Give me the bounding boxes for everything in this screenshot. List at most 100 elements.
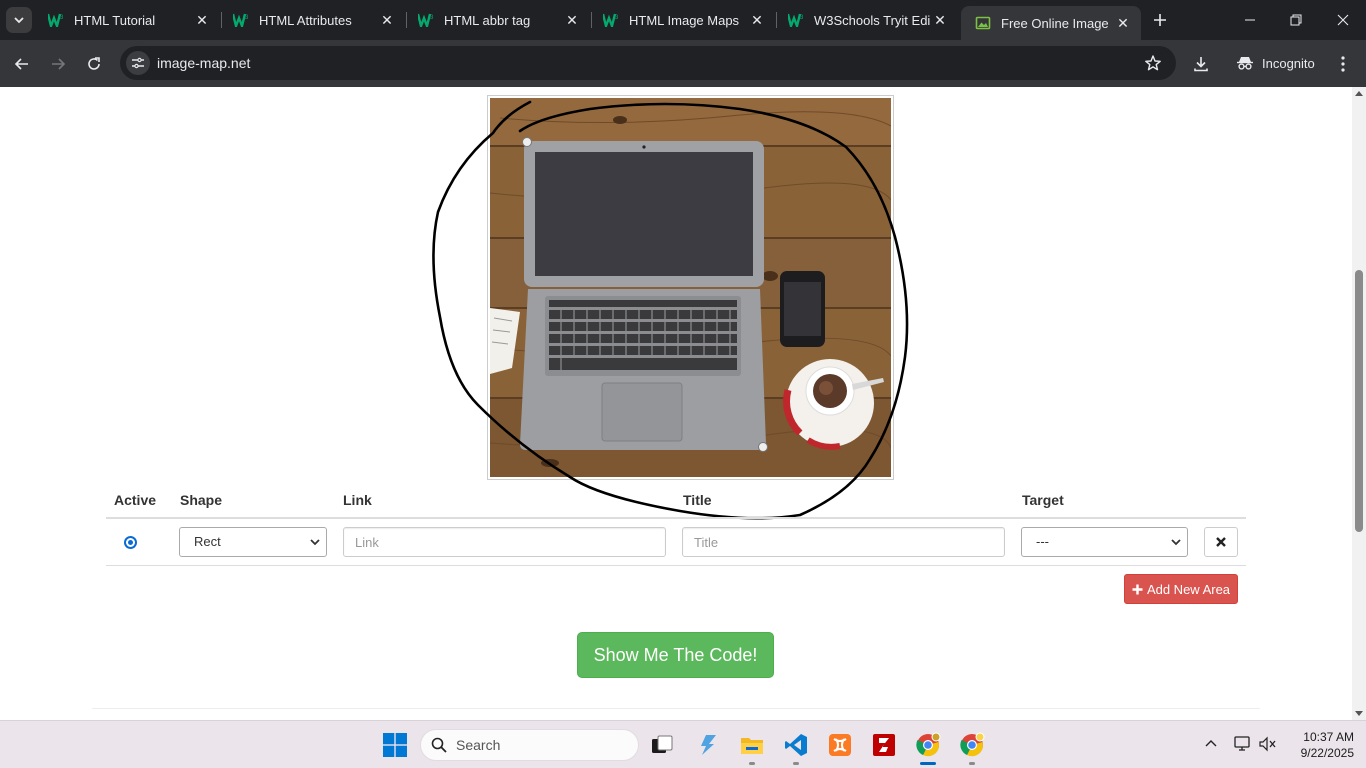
- filezilla-icon: [873, 734, 895, 756]
- bookmark-star-icon[interactable]: [1144, 54, 1162, 77]
- url-text: image-map.net: [157, 55, 251, 71]
- chevron-down-icon: [310, 539, 320, 546]
- add-new-area-button[interactable]: Add New Area: [1124, 574, 1238, 604]
- tab-html-attributes[interactable]: 3 HTML Attributes ✕: [219, 0, 405, 40]
- tab-title: HTML Tutorial: [74, 12, 156, 28]
- incognito-label: Incognito: [1262, 55, 1315, 71]
- tab-html-image-maps[interactable]: 3 HTML Image Maps ✕: [589, 0, 775, 40]
- close-icon[interactable]: ✕: [1113, 13, 1133, 33]
- close-window-button[interactable]: [1320, 0, 1366, 40]
- tab-html-abbr-tag[interactable]: 3 HTML abbr tag ✕: [404, 0, 590, 40]
- scroll-thumb[interactable]: [1355, 270, 1363, 532]
- header-target: Target: [1022, 492, 1064, 508]
- tab-html-tutorial[interactable]: 3 HTML Tutorial ✕: [34, 0, 220, 40]
- area-row: Rect Link Title ---: [106, 519, 1246, 566]
- tab-tryit-editor[interactable]: 3 W3Schools Tryit Edito ✕: [774, 0, 958, 40]
- title-placeholder: Title: [694, 535, 719, 550]
- tab-search-button[interactable]: [6, 7, 32, 33]
- volume-muted-icon[interactable]: [1257, 733, 1279, 755]
- site-info-icon[interactable]: [126, 51, 150, 75]
- target-value: ---: [1036, 534, 1049, 549]
- back-button[interactable]: [8, 50, 36, 78]
- image-map-icon: [975, 15, 991, 31]
- chevron-down-icon: [14, 17, 24, 24]
- running-indicator: [749, 762, 755, 765]
- title-input[interactable]: Title: [682, 527, 1005, 557]
- running-indicator: [969, 762, 975, 765]
- close-icon: [1216, 537, 1226, 547]
- active-radio[interactable]: [124, 536, 137, 549]
- page-scrollbar[interactable]: [1352, 87, 1366, 720]
- w3schools-icon: 3: [48, 12, 64, 28]
- active-indicator: [920, 762, 936, 765]
- tab-title: HTML Attributes: [259, 12, 352, 28]
- close-icon: [1337, 14, 1349, 26]
- header-link: Link: [343, 492, 372, 508]
- header-title: Title: [683, 492, 712, 508]
- reload-button[interactable]: [80, 50, 108, 78]
- start-button[interactable]: [383, 733, 407, 757]
- target-select[interactable]: ---: [1021, 527, 1188, 557]
- system-clock[interactable]: 10:37 AM 9/22/2025: [1284, 729, 1354, 761]
- close-icon[interactable]: ✕: [747, 10, 767, 30]
- svg-text:3: 3: [615, 15, 619, 21]
- taskbar-app-chrome[interactable]: [956, 729, 988, 765]
- remove-area-button[interactable]: [1204, 527, 1238, 557]
- new-tab-button[interactable]: [1148, 8, 1172, 32]
- tab-strip: 3 HTML Tutorial ✕ 3 HTML Attributes ✕ 3 …: [0, 0, 1366, 40]
- taskbar-search[interactable]: Search: [420, 729, 639, 761]
- w3schools-icon: 3: [418, 12, 434, 28]
- tab-title: Free Online Image M: [1001, 15, 1113, 31]
- svg-text:3: 3: [245, 15, 249, 21]
- page-content: Active Shape Link Title Target Rect Link…: [0, 87, 1352, 720]
- minimize-button[interactable]: [1227, 0, 1273, 40]
- areas-table-header: Active Shape Link Title Target: [106, 489, 1246, 519]
- plus-icon: [1132, 584, 1143, 594]
- restore-button[interactable]: [1273, 0, 1319, 40]
- address-bar[interactable]: image-map.net: [120, 46, 1176, 80]
- add-new-area-label: Add New Area: [1146, 581, 1231, 597]
- taskbar-app-vscode[interactable]: [780, 729, 812, 765]
- clock-time: 10:37 AM: [1303, 730, 1354, 744]
- browser-menu-button[interactable]: [1332, 51, 1354, 77]
- tab-image-map-active[interactable]: Free Online Image M ✕: [961, 6, 1141, 40]
- taskbar-app-filezilla[interactable]: [868, 729, 900, 761]
- close-icon[interactable]: ✕: [562, 10, 582, 30]
- incognito-indicator[interactable]: Incognito: [1228, 49, 1323, 77]
- close-icon[interactable]: ✕: [930, 10, 950, 30]
- scroll-down-arrow-icon[interactable]: [1355, 711, 1363, 716]
- back-arrow-icon: [14, 58, 28, 70]
- search-placeholder: Search: [456, 737, 501, 753]
- show-hidden-icons-button[interactable]: [1200, 733, 1222, 755]
- taskbar-app-file-explorer[interactable]: [736, 729, 768, 765]
- w3schools-icon: 3: [788, 12, 804, 28]
- close-icon[interactable]: ✕: [192, 10, 212, 30]
- taskbar-app-xampp[interactable]: [824, 729, 856, 761]
- link-input[interactable]: Link: [343, 527, 666, 557]
- svg-text:3: 3: [60, 15, 64, 21]
- network-icon[interactable]: [1232, 733, 1254, 755]
- running-indicator: [793, 762, 799, 765]
- close-icon[interactable]: ✕: [377, 10, 397, 30]
- taskbar-app-chrome-incognito[interactable]: [912, 729, 944, 765]
- scroll-up-arrow-icon[interactable]: [1355, 91, 1363, 96]
- vscode-icon: [785, 734, 807, 756]
- incognito-icon: [1237, 57, 1253, 70]
- tab-title: HTML Image Maps: [629, 12, 740, 28]
- task-view-icon: [652, 735, 673, 753]
- svg-text:3: 3: [800, 15, 804, 21]
- task-view-button[interactable]: [646, 729, 678, 761]
- w3schools-icon: 3: [603, 12, 619, 28]
- chevron-up-icon: [1205, 740, 1217, 747]
- shape-select[interactable]: Rect: [179, 527, 327, 557]
- forward-button[interactable]: [44, 50, 72, 78]
- show-code-button[interactable]: Show Me The Code!: [577, 632, 774, 678]
- chrome-icon: [960, 732, 985, 757]
- windows-logo-icon: [383, 733, 407, 757]
- reload-icon: [88, 57, 100, 70]
- downloads-button[interactable]: [1188, 51, 1214, 77]
- show-code-label: Show Me The Code!: [593, 644, 758, 665]
- link-placeholder: Link: [355, 535, 379, 550]
- tab-title: W3Schools Tryit Edito: [814, 12, 930, 28]
- taskbar-app-power-automate[interactable]: [692, 729, 724, 761]
